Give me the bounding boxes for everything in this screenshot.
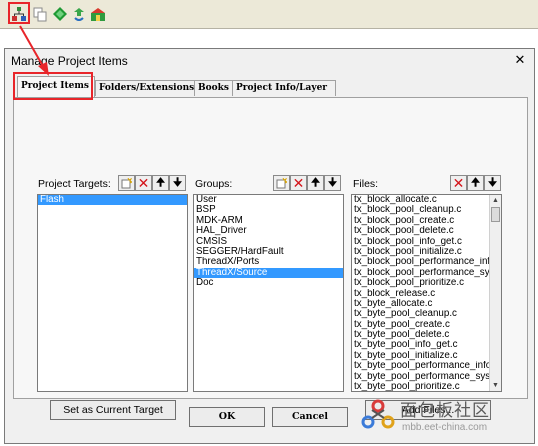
manage-project-items-dialog: Manage Project Items ✕ Project Items Fol… xyxy=(4,48,535,444)
new-icon xyxy=(276,177,287,188)
cancel-button[interactable]: Cancel xyxy=(272,407,348,427)
list-item[interactable]: tx_block_pool_performance_info_g xyxy=(352,257,489,267)
list-item[interactable]: Doc xyxy=(194,278,343,288)
tab-label: Project Info/Layer xyxy=(236,83,328,93)
list-item[interactable]: ThreadX/Ports xyxy=(194,257,343,267)
watermark-url: mbb.eet-china.com xyxy=(402,422,488,433)
files-scrollbar[interactable]: ▲ ▼ xyxy=(489,195,501,391)
list-item[interactable]: tx_byte_allocate.c xyxy=(352,299,489,309)
list-item[interactable]: ThreadX/Source xyxy=(194,267,343,279)
list-item[interactable]: tx_block_pool_performance_syster xyxy=(352,268,489,278)
move-target-down-button[interactable]: 🠋 xyxy=(169,175,186,191)
targets-list[interactable]: Flash xyxy=(37,194,188,392)
list-item[interactable]: tx_byte_pool_create.c xyxy=(352,320,489,330)
delete-icon: ✕ xyxy=(137,174,150,191)
toolbar xyxy=(0,0,538,29)
delete-icon: ✕ xyxy=(292,174,305,191)
ok-button[interactable]: OK xyxy=(189,407,265,427)
project-items-page: Project Targets: ✕ 🠉 🠋 Flash Groups: ✕ 🠉… xyxy=(13,97,528,420)
new-group-button[interactable] xyxy=(273,175,290,191)
delete-file-button[interactable]: ✕ xyxy=(450,175,467,191)
list-item[interactable]: tx_byte_pool_cleanup.c xyxy=(352,309,489,319)
move-group-up-button[interactable]: 🠉 xyxy=(307,175,324,191)
arrow-down-icon: 🠋 xyxy=(172,176,183,189)
list-item[interactable]: HAL_Driver xyxy=(194,226,343,236)
list-item[interactable]: tx_byte_pool_info_get.c xyxy=(352,340,489,350)
close-icon[interactable]: ✕ xyxy=(510,52,530,68)
arrow-down-icon: 🠋 xyxy=(487,176,498,189)
list-item[interactable]: tx_byte_pool_performance_info_ge xyxy=(352,361,489,371)
arrow-up-icon: 🠉 xyxy=(470,176,481,189)
files-list[interactable]: tx_block_allocate.c tx_block_pool_cleanu… xyxy=(351,194,502,392)
list-item[interactable]: CMSIS xyxy=(194,237,343,247)
files-label: Files: xyxy=(353,178,379,190)
list-item[interactable]: tx_byte_pool_initialize.c xyxy=(352,351,489,361)
brand-logo-icon xyxy=(361,399,395,429)
set-current-target-button[interactable]: Set as Current Target xyxy=(50,400,176,420)
list-item[interactable]: tx_byte_pool_performance_system xyxy=(352,372,489,382)
list-item[interactable]: BSP xyxy=(194,205,343,215)
list-item[interactable]: Flash xyxy=(38,195,187,206)
delete-target-button[interactable]: ✕ xyxy=(135,175,152,191)
targets-label: Project Targets: xyxy=(38,178,111,190)
pack-installer-icon[interactable] xyxy=(89,5,107,23)
dialog-title: Manage Project Items xyxy=(11,54,128,68)
diamond-icon[interactable] xyxy=(51,5,69,23)
new-target-button[interactable] xyxy=(118,175,135,191)
new-icon xyxy=(121,177,132,188)
manage-project-items-icon[interactable] xyxy=(10,5,28,23)
list-item[interactable]: tx_block_pool_prioritize.c xyxy=(352,278,489,288)
tab-highlight-box xyxy=(13,72,93,100)
list-item[interactable]: tx_block_pool_cleanup.c xyxy=(352,205,489,215)
scroll-thumb[interactable] xyxy=(491,207,500,222)
move-file-down-button[interactable]: 🠋 xyxy=(484,175,501,191)
list-item[interactable]: tx_block_pool_delete.c xyxy=(352,226,489,236)
scroll-down-icon[interactable]: ▼ xyxy=(490,380,501,391)
list-item[interactable]: tx_block_pool_initialize.c xyxy=(352,247,489,257)
list-item[interactable]: tx_block_pool_create.c xyxy=(352,216,489,226)
tab-label: Books xyxy=(198,83,229,93)
groups-label: Groups: xyxy=(195,178,233,190)
watermark: 面包板社区 mbb.eet-china.com xyxy=(356,392,538,446)
list-item[interactable]: tx_block_pool_info_get.c xyxy=(352,237,489,247)
arrow-down-icon: 🠋 xyxy=(327,176,338,189)
delete-icon: ✕ xyxy=(452,174,465,191)
list-item[interactable]: SEGGER/HardFault xyxy=(194,247,343,257)
move-target-up-button[interactable]: 🠉 xyxy=(152,175,169,191)
list-item[interactable]: tx_block_release.c xyxy=(352,289,489,299)
list-item[interactable]: tx_byte_pool_prioritize.c xyxy=(352,382,489,391)
groups-list[interactable]: User BSP MDK-ARM HAL_Driver CMSIS SEGGER… xyxy=(193,194,344,392)
scroll-up-icon[interactable]: ▲ xyxy=(490,195,501,206)
dialog-titlebar: Manage Project Items ✕ xyxy=(5,49,534,73)
list-item[interactable]: tx_block_allocate.c xyxy=(352,195,489,205)
tab-project-info-layer[interactable]: Project Info/Layer xyxy=(232,80,336,96)
list-item[interactable]: MDK-ARM xyxy=(194,216,343,226)
delete-group-button[interactable]: ✕ xyxy=(290,175,307,191)
tab-books[interactable]: Books xyxy=(194,80,234,96)
tab-folders-extensions[interactable]: Folders/Extensions xyxy=(95,80,196,96)
move-file-up-button[interactable]: 🠉 xyxy=(467,175,484,191)
list-item[interactable]: User xyxy=(194,195,343,205)
list-item[interactable]: tx_byte_pool_delete.c xyxy=(352,330,489,340)
move-group-down-button[interactable]: 🠋 xyxy=(324,175,341,191)
watermark-brand: 面包板社区 xyxy=(400,401,490,421)
rebuild-icon[interactable] xyxy=(70,5,88,23)
arrow-up-icon: 🠉 xyxy=(310,176,321,189)
arrow-up-icon: 🠉 xyxy=(155,176,166,189)
copy-icon[interactable] xyxy=(31,5,49,23)
tab-label: Folders/Extensions xyxy=(99,83,195,93)
